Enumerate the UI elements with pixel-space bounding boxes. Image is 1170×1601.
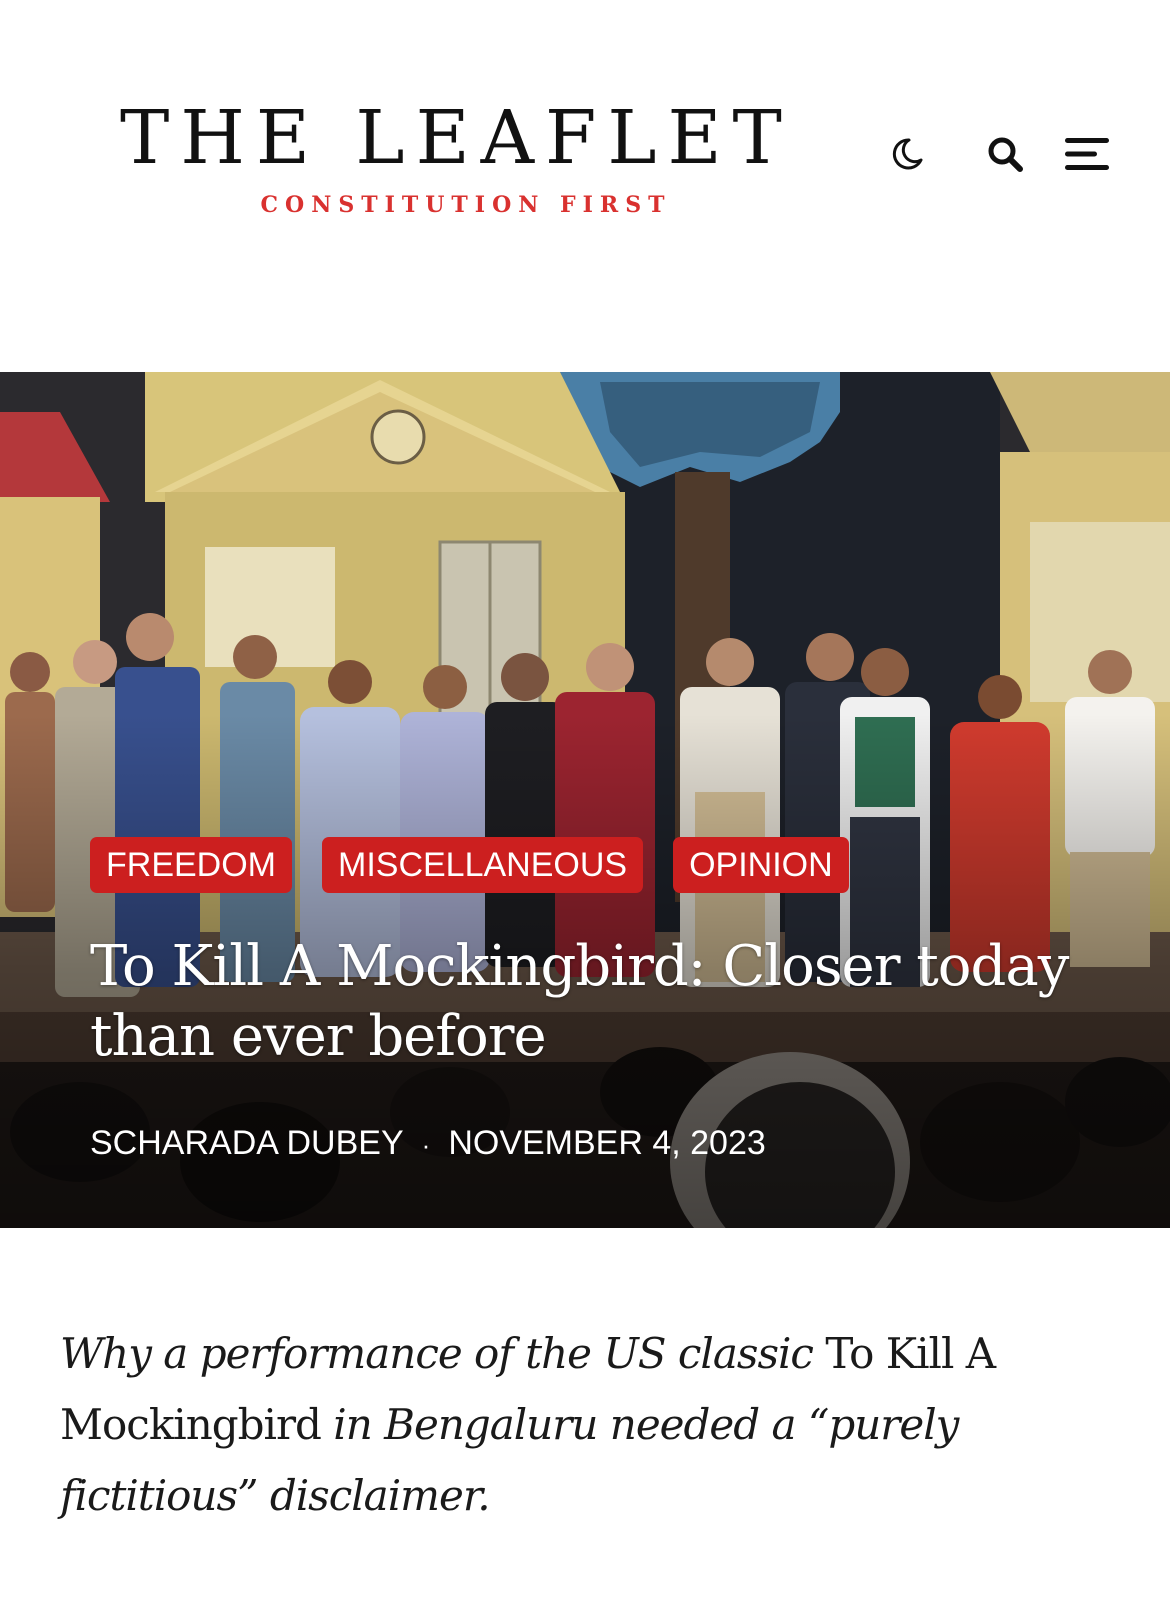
category-opinion[interactable]: OPINION: [673, 837, 849, 893]
publish-date: NOVEMBER 4, 2023: [448, 1124, 766, 1162]
hero-section: FREEDOM MISCELLANEOUS OPINION To Kill A …: [0, 372, 1170, 1228]
dek-part-1: Why a performance of the US classic: [60, 1329, 814, 1378]
search-icon: [988, 137, 1023, 172]
hero-overlay: [0, 372, 1170, 1228]
search-button[interactable]: [978, 127, 1032, 181]
category-freedom[interactable]: FREEDOM: [90, 837, 292, 893]
site-title: THE LEAFLET: [120, 95, 793, 181]
author-link[interactable]: SCHARADA DUBEY: [90, 1124, 404, 1162]
site-logo[interactable]: THE LEAFLET CONSTITUTION FIRST: [120, 98, 790, 218]
article-title: To Kill A Mockingbird: Closer today than…: [90, 934, 1069, 1069]
site-tagline: CONSTITUTION FIRST: [260, 192, 672, 218]
moon-icon: [892, 138, 923, 170]
byline-separator: ·: [421, 1129, 431, 1160]
dark-mode-toggle[interactable]: [880, 127, 934, 181]
article-byline: SCHARADA DUBEY · NOVEMBER 4, 2023: [90, 1124, 766, 1163]
hamburger-menu-icon: [1065, 138, 1109, 170]
category-tags: FREEDOM MISCELLANEOUS OPINION: [90, 837, 849, 893]
site-header: THE LEAFLET CONSTITUTION FIRST: [0, 0, 1170, 370]
category-miscellaneous[interactable]: MISCELLANEOUS: [322, 837, 644, 893]
article-dek: Why a performance of the US classic To K…: [60, 1318, 1080, 1531]
menu-button[interactable]: [1060, 127, 1114, 181]
